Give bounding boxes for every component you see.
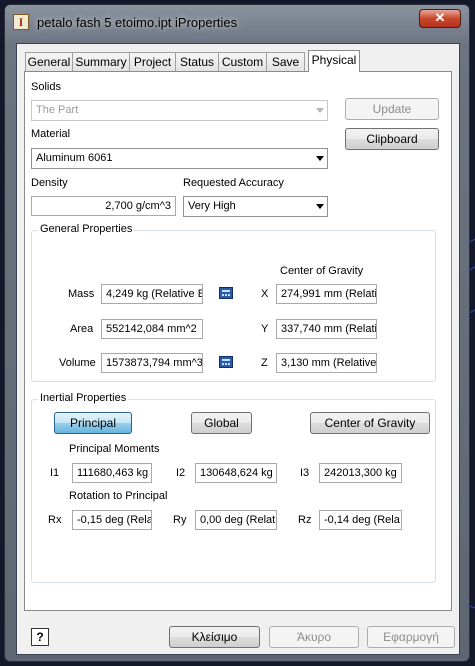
update-button[interactable]: Update (345, 98, 439, 120)
inertial-properties-group: Inertial Properties Principal Global Cen… (31, 392, 436, 583)
accuracy-dropdown[interactable]: Very High (183, 196, 328, 217)
cog-x-field[interactable]: 274,991 mm (Relati (276, 284, 377, 304)
ry-field[interactable]: 0,00 deg (Relat (195, 510, 277, 530)
accuracy-value: Very High (188, 200, 236, 212)
ry-label: Ry (173, 514, 187, 526)
solids-label: Solids (31, 81, 61, 93)
volume-label: Volume (59, 357, 96, 369)
i3-label: I3 (300, 467, 310, 479)
area-field[interactable]: 552142,084 mm^2 (101, 319, 203, 339)
clipboard-button[interactable]: Clipboard (345, 128, 439, 150)
density-label: Density (31, 177, 68, 189)
i3-field[interactable]: 242013,300 kg (319, 463, 402, 483)
material-value: Aluminum 6061 (36, 152, 113, 164)
solids-value: The Part (36, 104, 79, 116)
density-field[interactable]: 2,700 g/cm^3 (31, 196, 176, 216)
cog-y-field[interactable]: 337,740 mm (Relati (276, 319, 377, 339)
apply-button[interactable]: Εφαρμογή (367, 626, 455, 648)
i1-label: I1 (50, 467, 60, 479)
chevron-down-icon (316, 156, 324, 161)
tab-general[interactable]: General (25, 52, 73, 71)
tab-project[interactable]: Project (129, 52, 176, 71)
accuracy-label: Requested Accuracy (183, 177, 284, 189)
tab-status[interactable]: Status (175, 52, 219, 71)
center-of-gravity-button[interactable]: Center of Gravity (310, 412, 430, 434)
window-title: petalo fash 5 etoimo.ipt iProperties (37, 15, 238, 30)
tab-physical[interactable]: Physical (308, 50, 360, 72)
y-label: Y (261, 323, 269, 335)
dialog-client-area: General Summary Project Status Custom Sa… (16, 43, 460, 655)
area-label: Area (70, 323, 94, 335)
rx-field[interactable]: -0,15 deg (Rela (72, 510, 152, 530)
principal-moments-label: Principal Moments (69, 443, 160, 455)
general-properties-group: General Properties Center of Gravity Mas… (31, 223, 436, 382)
mass-label: Mass (68, 288, 95, 300)
volume-field[interactable]: 1573873,794 mm^3 (101, 353, 203, 373)
x-label: X (261, 288, 269, 300)
physical-tab-panel: Solids The Part Update Material Aluminum… (24, 71, 452, 611)
material-dropdown[interactable]: Aluminum 6061 (31, 148, 328, 169)
solids-dropdown[interactable]: The Part (31, 100, 328, 121)
global-button[interactable]: Global (191, 412, 252, 434)
general-properties-title: General Properties (38, 223, 135, 235)
center-of-gravity-label: Center of Gravity (280, 265, 364, 277)
close-button[interactable]: Κλείσιμο (169, 626, 260, 648)
tab-custom[interactable]: Custom (218, 52, 267, 71)
close-window-button[interactable]: ✕ (419, 9, 461, 28)
i1-field[interactable]: 111680,463 kg (72, 463, 152, 483)
tab-summary[interactable]: Summary (72, 52, 130, 71)
calculator-icon[interactable] (219, 356, 233, 368)
mass-field[interactable]: 4,249 kg (Relative E (101, 284, 203, 304)
cancel-button[interactable]: Άκυρο (269, 626, 359, 648)
calculator-icon[interactable] (219, 287, 233, 299)
rotation-to-principal-label: Rotation to Principal (69, 490, 168, 502)
iproperties-window: I petalo fash 5 etoimo.ipt iProperties ✕… (4, 4, 470, 662)
tab-save[interactable]: Save (266, 52, 305, 71)
cog-z-field[interactable]: 3,130 mm (Relative (276, 353, 377, 373)
rz-label: Rz (298, 514, 312, 526)
title-bar[interactable]: I petalo fash 5 etoimo.ipt iProperties ✕ (5, 5, 469, 39)
principal-button[interactable]: Principal (54, 412, 132, 434)
i2-field[interactable]: 130648,624 kg (195, 463, 277, 483)
inventor-app-icon: I (13, 14, 29, 30)
material-label: Material (31, 128, 71, 140)
chevron-down-icon (316, 108, 324, 113)
help-button[interactable]: ? (31, 628, 49, 646)
rx-label: Rx (48, 514, 62, 526)
inertial-properties-title: Inertial Properties (38, 392, 129, 404)
z-label: Z (261, 357, 268, 369)
i2-label: I2 (176, 467, 186, 479)
chevron-down-icon (316, 204, 324, 209)
rz-field[interactable]: -0,14 deg (Rela (319, 510, 402, 530)
